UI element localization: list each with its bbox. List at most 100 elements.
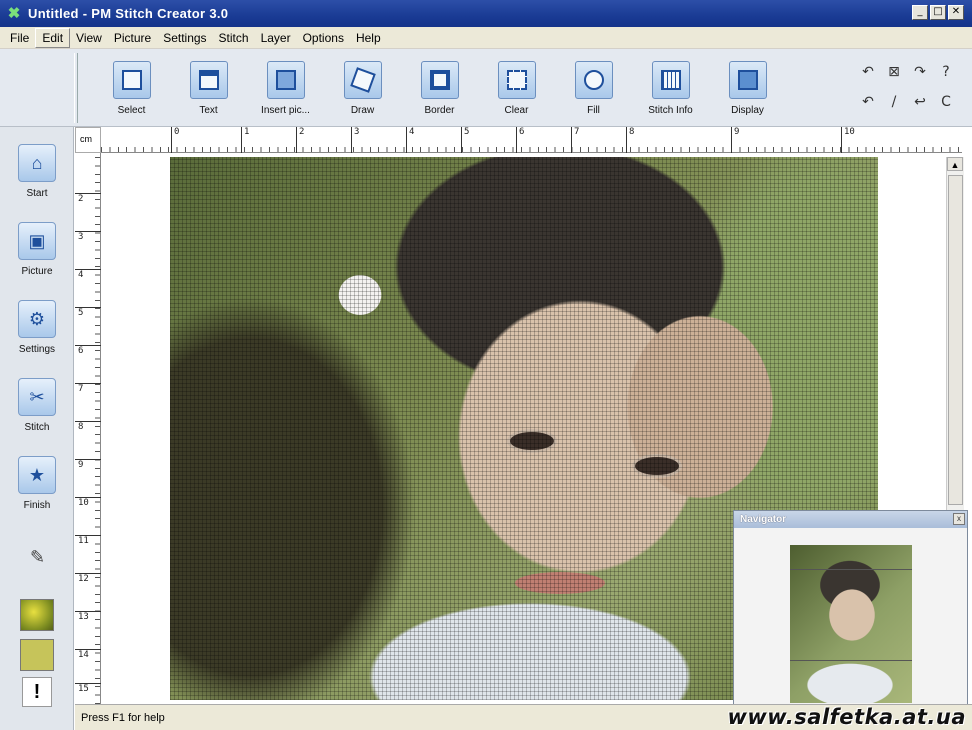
- menu-stitch[interactable]: Stitch: [213, 29, 255, 47]
- menu-edit[interactable]: Edit: [35, 27, 71, 48]
- draw-tool-button[interactable]: Draw: [327, 55, 398, 119]
- menu-help[interactable]: Help: [350, 29, 387, 47]
- tool-label: Draw: [350, 105, 375, 116]
- help-icon[interactable]: ?: [933, 63, 959, 81]
- tool-label: Border: [424, 105, 455, 116]
- stitch-info-icon: [651, 61, 690, 99]
- scroll-up-icon[interactable]: ▲: [947, 157, 963, 171]
- scrollbar-thumb[interactable]: [948, 175, 963, 505]
- tool-label: Insert pic...: [261, 105, 310, 116]
- ruler-tick: 7: [75, 383, 101, 394]
- minimize-button[interactable]: _: [912, 5, 928, 20]
- return-icon[interactable]: ↩: [907, 93, 933, 111]
- draw-icon: [343, 61, 382, 99]
- ruler-tick: 11: [75, 535, 101, 546]
- navigator-close-button[interactable]: x: [953, 513, 965, 525]
- menu-picture[interactable]: Picture: [108, 29, 157, 47]
- window-controls: _ □ ✕: [912, 5, 964, 20]
- stitch-info-tool-button[interactable]: Stitch Info: [635, 55, 706, 119]
- title-bar: ✖ Untitled - PM Stitch Creator 3.0 _ □ ✕: [0, 0, 972, 27]
- select-box-icon[interactable]: ⊠: [881, 63, 907, 81]
- ruler-tick: 4: [406, 127, 414, 153]
- pattern-eye-right: [635, 457, 679, 475]
- navigator-viewport[interactable]: [790, 569, 912, 661]
- warning-icon[interactable]: !: [22, 677, 52, 707]
- ruler-tick: 10: [841, 127, 855, 153]
- sidebar-item-label: Finish: [23, 500, 51, 511]
- thread-color-swatch[interactable]: [20, 599, 54, 631]
- redo-icon[interactable]: ↷: [907, 63, 933, 81]
- menu-layer[interactable]: Layer: [255, 29, 297, 47]
- menu-options[interactable]: Options: [297, 29, 350, 47]
- ruler-tick: 8: [626, 127, 634, 153]
- ruler-tick: 15: [75, 683, 101, 694]
- ruler-tick: 5: [75, 307, 101, 318]
- ruler-tick: 3: [75, 231, 101, 242]
- rotate-left-icon[interactable]: ↶: [855, 93, 881, 111]
- toolbar-grip[interactable]: [74, 53, 78, 123]
- sidebar-item-label: Start: [26, 188, 48, 199]
- ruler-tick: 4: [75, 269, 101, 280]
- mini-tool-grid: ↶ ⊠ ↷ ? ↶ / ↩ C: [855, 63, 965, 111]
- display-icon: [728, 61, 767, 99]
- ruler-tick: 2: [296, 127, 304, 153]
- sidebar-item-label: Picture: [21, 266, 53, 277]
- menu-view[interactable]: View: [70, 29, 108, 47]
- ruler-tick: 13: [75, 611, 101, 622]
- menu-file[interactable]: File: [4, 29, 35, 47]
- start-icon: ⌂: [18, 144, 56, 182]
- window-title: Untitled - PM Stitch Creator 3.0: [28, 6, 229, 21]
- sidebar-item-stitch[interactable]: ✂ Stitch: [6, 367, 68, 437]
- ruler-tick: 10: [75, 497, 101, 508]
- ruler-tick: 2: [75, 193, 101, 204]
- ruler-tick: 0: [171, 127, 179, 153]
- pencil-icon[interactable]: ✎: [30, 547, 45, 568]
- tool-label: Select: [117, 105, 146, 116]
- ruler-tick: 1: [241, 127, 249, 153]
- curve-icon[interactable]: C: [933, 93, 959, 111]
- fill-icon: [574, 61, 613, 99]
- navigator-panel: Navigator x: [733, 510, 968, 706]
- pattern-eye-left: [510, 432, 554, 450]
- text-icon: [189, 61, 228, 99]
- sidebar-item-finish[interactable]: ★ Finish: [6, 445, 68, 515]
- select-tool-button[interactable]: Select: [96, 55, 167, 119]
- navigator-title: Navigator: [734, 511, 967, 528]
- menu-settings[interactable]: Settings: [157, 29, 212, 47]
- insert-picture-tool-button[interactable]: Insert pic...: [250, 55, 321, 119]
- line-icon[interactable]: /: [881, 93, 907, 111]
- watermark: www.salfetka.at.ua: [727, 705, 966, 729]
- display-tool-button[interactable]: Display: [712, 55, 783, 119]
- fill-tool-button[interactable]: Fill: [558, 55, 629, 119]
- ruler-tick: 14: [75, 649, 101, 660]
- sidebar-item-start[interactable]: ⌂ Start: [6, 133, 68, 203]
- settings-icon: ⚙: [18, 300, 56, 338]
- close-button[interactable]: ✕: [948, 5, 964, 20]
- finish-icon: ★: [18, 456, 56, 494]
- tool-label: Text: [199, 105, 218, 116]
- sidebar-item-label: Stitch: [24, 422, 50, 433]
- current-color-swatch[interactable]: [20, 639, 54, 671]
- clear-icon: [497, 61, 536, 99]
- undo-icon[interactable]: ↶: [855, 63, 881, 81]
- insert-picture-icon: [266, 61, 305, 99]
- main-toolbar: Select Text Insert pic... Draw Border Cl…: [0, 49, 972, 127]
- ruler-tick: 12: [75, 573, 101, 584]
- tool-label: Fill: [587, 105, 600, 116]
- ruler-tick: 6: [516, 127, 524, 153]
- menu-bar: File Edit View Picture Settings Stitch L…: [0, 27, 972, 49]
- maximize-button[interactable]: □: [930, 5, 946, 20]
- pattern-mouth: [515, 572, 605, 594]
- tool-label: Clear: [504, 105, 529, 116]
- sidebar-item-settings[interactable]: ⚙ Settings: [6, 289, 68, 359]
- ruler-tick: 7: [571, 127, 579, 153]
- ruler-top: 0 1 2 3 4 5 6 7 8 9 10: [101, 127, 962, 153]
- text-tool-button[interactable]: Text: [173, 55, 244, 119]
- ruler-tick: 6: [75, 345, 101, 356]
- clear-tool-button[interactable]: Clear: [481, 55, 552, 119]
- sidebar-item-picture[interactable]: ▣ Picture: [6, 211, 68, 281]
- tool-buttons: Select Text Insert pic... Draw Border Cl…: [96, 55, 783, 119]
- status-text: Press F1 for help: [81, 712, 165, 724]
- ruler-tick: 3: [351, 127, 359, 153]
- border-tool-button[interactable]: Border: [404, 55, 475, 119]
